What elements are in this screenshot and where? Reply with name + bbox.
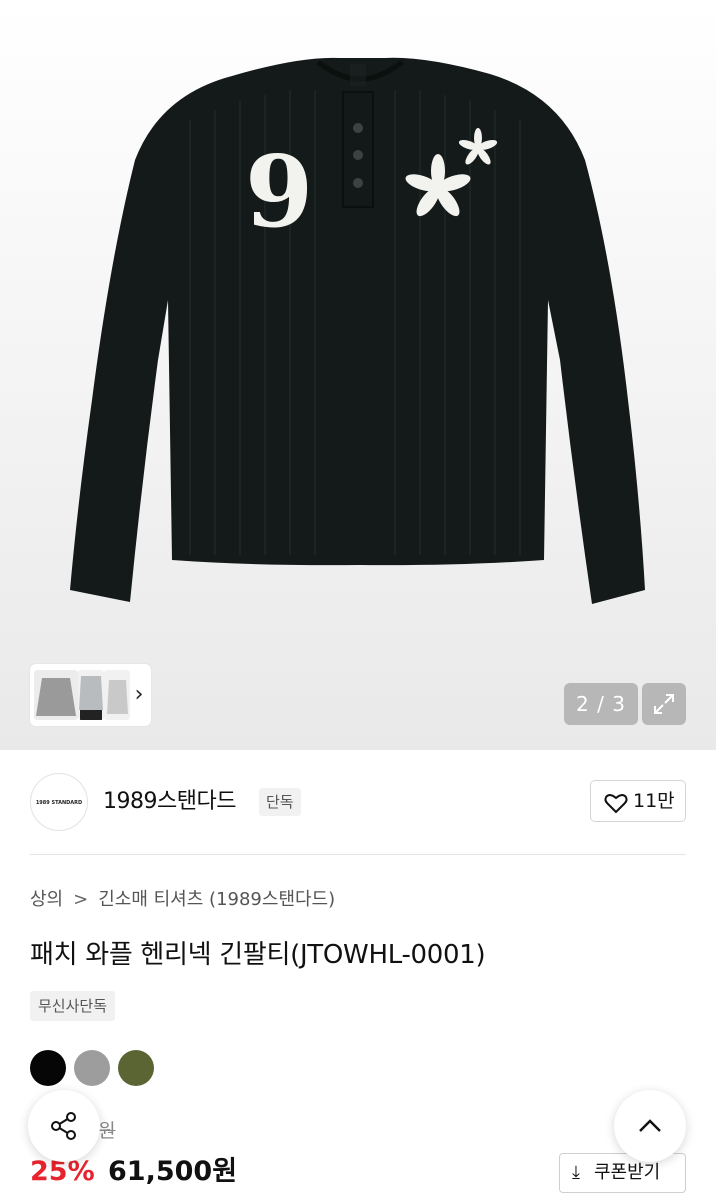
- scroll-to-top-button[interactable]: [614, 1090, 686, 1162]
- breadcrumb-item-tops[interactable]: 상의: [30, 885, 63, 915]
- download-icon: ⤓: [572, 1162, 580, 1183]
- brand-logo[interactable]: 1989 STANDARD: [30, 773, 88, 831]
- brand-like-button[interactable]: 11만: [590, 780, 686, 822]
- number-patch: 9: [245, 135, 313, 250]
- color-swatch-black[interactable]: [30, 1050, 66, 1086]
- color-swatch-olive[interactable]: [118, 1050, 154, 1086]
- breadcrumb-item-long-sleeve[interactable]: 긴소매 티셔츠: [98, 885, 203, 915]
- coupon-download-button[interactable]: ⤓ 쿠폰받기: [559, 1153, 686, 1193]
- breadcrumb-item-brand[interactable]: (1989스탠다드): [209, 885, 335, 915]
- share-button[interactable]: [28, 1090, 100, 1162]
- product-image-gallery[interactable]: 9 › 2 / 3: [0, 0, 716, 750]
- product-title: 패치 와플 헨리넥 긴팔티(JTOWHL-0001): [30, 940, 486, 970]
- brand-name[interactable]: 1989스탠다드: [103, 787, 236, 817]
- thumbnail-gray-shirt[interactable]: [78, 670, 104, 720]
- share-icon: [51, 1112, 76, 1140]
- thumbnail-detail[interactable]: [104, 670, 130, 720]
- breadcrumb: 상의 > 긴소매 티셔츠 (1989스탠다드): [30, 885, 335, 915]
- thumbnail-strip[interactable]: ›: [30, 664, 151, 726]
- brand-exclusive-badge: 단독: [259, 788, 301, 816]
- like-count: 11만: [633, 790, 675, 812]
- expand-button[interactable]: [642, 683, 686, 725]
- section-divider: [30, 854, 686, 855]
- breadcrumb-separator: >: [73, 889, 89, 910]
- sale-price: 61,500원: [108, 1156, 238, 1187]
- exclusive-tag: 무신사단독: [30, 991, 116, 1021]
- image-counter: 2 / 3: [564, 683, 638, 725]
- product-photo: 9: [70, 57, 645, 605]
- color-swatch-gray[interactable]: [74, 1050, 110, 1086]
- thumbnail-next-icon[interactable]: ›: [130, 682, 148, 708]
- expand-icon: [654, 694, 674, 714]
- chevron-up-icon: [639, 1119, 661, 1132]
- thumbnail-gray-sweater[interactable]: [34, 670, 78, 720]
- heart-icon: [604, 794, 628, 814]
